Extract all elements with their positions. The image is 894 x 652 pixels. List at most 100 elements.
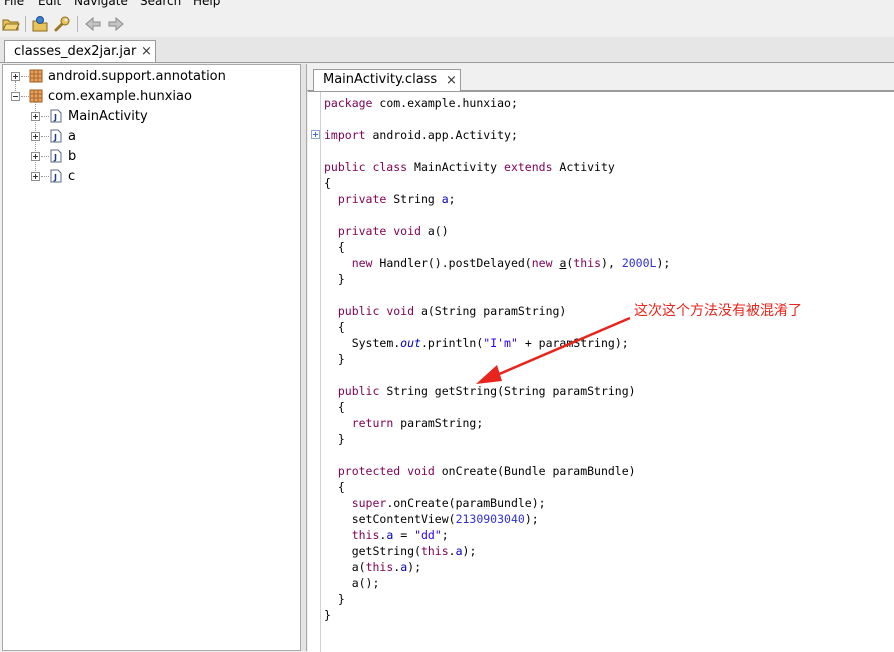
code-text: String [386,192,442,206]
code-line: { [324,319,345,335]
code-text: .println( [420,336,484,350]
code-text: } [337,352,345,366]
tree-connector [21,76,29,77]
svg-text:J: J [53,153,57,162]
tree-item-label: c [68,169,76,184]
code-line: System.out.println("I'm" + paramString); [324,335,629,351]
code-gutter [308,92,321,652]
code-text: String getString(String paramString) [379,384,636,398]
tree-item-package[interactable]: com.example.hunxiao [11,88,291,106]
code-text: getString( [351,544,421,558]
code-line: super.onCreate(paramBundle); [324,495,546,511]
close-icon[interactable]: × [446,73,457,88]
expand-icon[interactable] [31,172,40,181]
code-text: com.example.hunxiao; [372,96,518,110]
code-line: } [324,607,331,623]
code-line: { [324,479,345,495]
menu-help[interactable]: Help [193,0,220,8]
keyword: super [351,496,387,510]
keyword: this [365,560,394,574]
code-text: android.app.Activity; [365,128,518,142]
tab-label: MainActivity.class [323,72,438,87]
tree-item-class-a[interactable]: J a [31,128,291,146]
code-text: { [337,320,345,334]
string-literal: "dd" [414,528,442,542]
package-tree: android.support.annotation com.example.h… [2,64,301,651]
tab-classes-dex2jar[interactable]: classes_dex2jar.jar × [4,40,156,62]
wrench-icon[interactable] [53,15,71,33]
code-text: .onCreate(paramBundle); [386,496,546,510]
tab-mainactivity-class[interactable]: MainActivity.class × [313,69,461,91]
menu-navigate[interactable]: Navigate [74,0,128,8]
editor-panel: MainActivity.class × package com.example… [306,64,894,652]
keyword: protected void [337,464,435,478]
field-name: a [455,544,463,558]
code-text: } [337,592,345,606]
code-view[interactable]: package com.example.hunxiao; import andr… [308,91,894,652]
code-line: } [324,431,345,447]
code-text: { [337,400,345,414]
svg-text:J: J [53,133,57,142]
menu-search[interactable]: Search [140,0,181,8]
menu-file[interactable]: File [4,0,24,8]
tree-item-label: android.support.annotation [48,69,226,84]
code-line: public class MainActivity extends Activi… [324,159,615,175]
tree-connector [41,176,49,177]
svg-text:J: J [53,173,57,182]
svg-text:J: J [53,113,57,122]
keyword: return [351,416,394,430]
code-line: setContentView(2130903040); [324,511,539,527]
code-line: import android.app.Activity; [324,127,518,143]
tree-item-class-mainactivity[interactable]: J MainActivity [31,108,291,126]
field-name: a [441,192,449,206]
tree-item-label: a [68,129,76,144]
tree-connector [41,136,49,137]
keyword: public [337,384,380,398]
close-icon[interactable]: × [141,44,152,59]
code-text: ; [448,192,456,206]
code-text: { [324,176,331,190]
code-text: a( [351,560,366,574]
code-line: a(this.a); [324,559,421,575]
code-text: a(String paramString) [414,304,567,318]
code-text: ); [656,256,671,270]
code-line: private String a; [324,191,456,207]
number-literal: 2000L [621,256,657,270]
back-arrow-icon[interactable] [84,15,102,33]
tree-connector [21,96,29,97]
expand-icon[interactable] [11,72,20,81]
keyword: new [351,256,373,270]
tree-item-class-b[interactable]: J b [31,148,291,166]
code-text: } [324,608,331,622]
menu-edit[interactable]: Edit [38,0,61,8]
code-line: a(); [324,575,380,591]
package-icon [29,69,43,83]
code-text: { [337,240,345,254]
package-icon [29,89,43,103]
code-text: Activity [552,160,615,174]
toolbar [0,11,894,38]
expand-icon[interactable] [31,132,40,141]
save-sources-icon[interactable] [31,15,49,33]
code-text: ), [601,256,622,270]
code-text: paramString; [393,416,484,430]
tab-label: classes_dex2jar.jar [14,44,137,59]
code-line: public String getString(String paramStri… [324,383,636,399]
code-text: setContentView( [351,512,456,526]
static-field: out [400,336,421,350]
tree-connector [41,156,49,157]
tree-item-class-c[interactable]: J c [31,168,291,186]
code-text: } [337,272,345,286]
collapse-icon[interactable] [11,92,20,101]
keyword: public void [337,304,415,318]
keyword: package [324,96,373,110]
forward-arrow-icon[interactable] [107,15,125,33]
code-line: this.a = "dd"; [324,527,449,543]
expand-icon[interactable] [31,152,40,161]
tree-item-label: com.example.hunxiao [48,89,192,104]
code-text: a(); [351,576,380,590]
expand-icon[interactable] [31,112,40,121]
open-folder-icon[interactable] [2,15,20,33]
fold-expand-icon[interactable] [311,130,320,139]
tree-item-package[interactable]: android.support.annotation [11,68,291,86]
